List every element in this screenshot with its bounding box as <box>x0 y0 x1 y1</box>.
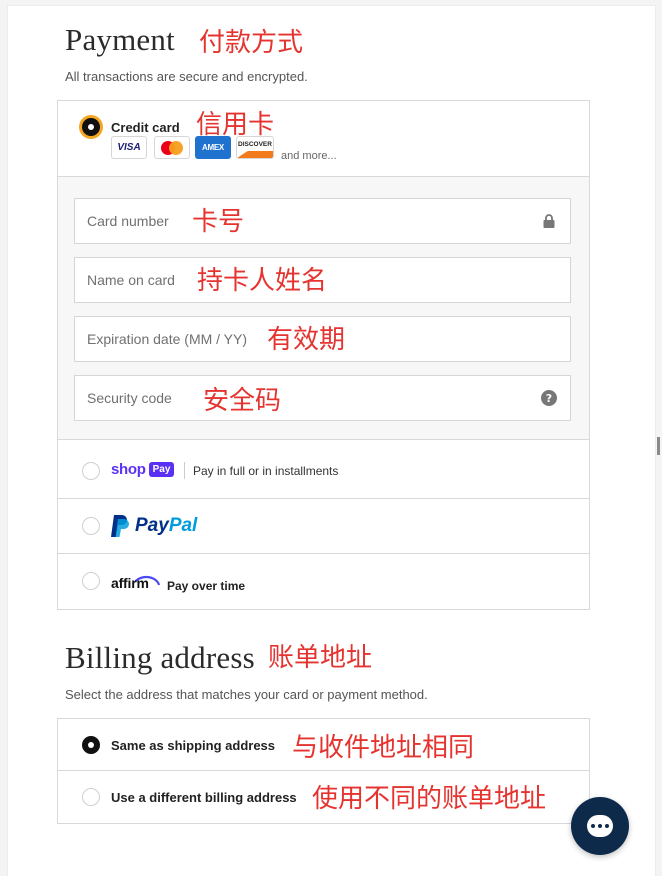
security-code-field[interactable]: 安全码 ? <box>74 375 571 421</box>
security-code-input[interactable] <box>75 376 570 420</box>
scrollbar-handle[interactable] <box>657 437 660 455</box>
affirm-brand: affirm <box>111 575 149 591</box>
mastercard-logo <box>154 136 190 159</box>
paypal-logo[interactable]: Pay Pal <box>110 514 197 538</box>
shop-pay-label[interactable]: Pay in full or in installments <box>193 464 338 478</box>
same-as-shipping-label[interactable]: Same as shipping address <box>111 738 275 753</box>
shop-pay-badge: Pay <box>148 462 175 477</box>
billing-title-annotation: 账单地址 <box>268 643 373 673</box>
affirm-logo[interactable]: affirm <box>111 570 161 591</box>
shop-pay-brand: shop <box>111 461 146 478</box>
mastercard-icon <box>161 140 183 155</box>
divider <box>58 498 589 499</box>
discover-stripe <box>237 151 273 158</box>
security-code-annotation: 安全码 <box>203 386 282 416</box>
and-more-text: and more... <box>281 150 337 162</box>
shop-pay-logo[interactable]: shop Pay <box>111 461 175 478</box>
card-number-annotation: 卡号 <box>192 207 245 237</box>
lock-icon <box>543 214 555 228</box>
different-billing-radio[interactable] <box>82 788 100 806</box>
divider <box>58 770 589 771</box>
different-billing-label[interactable]: Use a different billing address <box>111 790 297 805</box>
paypal-brand-pay: Pay <box>135 515 169 536</box>
visa-logo: VISA <box>111 136 147 159</box>
discover-logo: DISCOVER <box>236 136 274 159</box>
billing-subtitle: Select the address that matches your car… <box>65 687 428 702</box>
paypal-icon <box>111 515 129 537</box>
payment-title-annotation: 付款方式 <box>199 28 304 58</box>
expiration-date-field[interactable]: 有效期 <box>74 316 571 362</box>
chat-button[interactable] <box>571 797 629 855</box>
discover-logo-text: DISCOVER <box>238 141 272 148</box>
chat-bubble-icon <box>587 815 613 837</box>
name-on-card-field[interactable]: 持卡人姓名 <box>74 257 571 303</box>
payment-subtitle: All transactions are secure and encrypte… <box>65 69 308 84</box>
affirm-radio[interactable] <box>82 572 100 590</box>
svg-text:?: ? <box>546 392 552 405</box>
expiration-annotation: 有效期 <box>267 325 346 355</box>
payment-title: Payment <box>65 22 175 57</box>
card-number-input[interactable] <box>75 199 570 243</box>
same-as-shipping-radio[interactable] <box>82 736 100 754</box>
card-number-field[interactable]: 卡号 <box>74 198 571 244</box>
credit-card-radio[interactable] <box>82 118 100 136</box>
paypal-radio[interactable] <box>82 517 100 535</box>
name-on-card-annotation: 持卡人姓名 <box>197 266 328 296</box>
billing-title: Billing address <box>65 640 255 675</box>
divider <box>58 553 589 554</box>
shop-pay-radio[interactable] <box>82 462 100 480</box>
credit-card-label[interactable]: Credit card <box>111 120 180 135</box>
help-circle-icon[interactable]: ? <box>541 390 557 406</box>
amex-logo: AMEX <box>195 136 231 159</box>
paypal-brand-pal: Pal <box>168 515 198 536</box>
shop-pay-divider <box>184 462 185 479</box>
affirm-label[interactable]: Pay over time <box>167 579 245 593</box>
different-billing-annotation: 使用不同的账单地址 <box>312 784 547 814</box>
same-as-shipping-annotation: 与收件地址相同 <box>292 733 475 763</box>
